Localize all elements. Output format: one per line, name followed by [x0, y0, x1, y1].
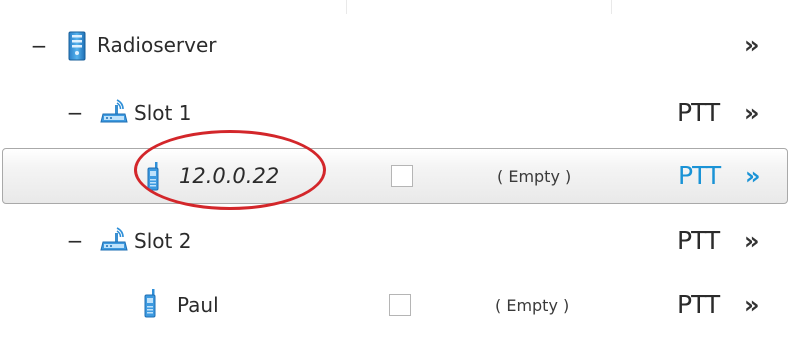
collapse-toggle[interactable]: − [30, 36, 48, 56]
tree-row-radio-12-0-0-22[interactable]: 12.0.0.22 ( Empty ) PTT » [2, 148, 788, 204]
expand-details-button[interactable]: » [744, 99, 760, 127]
monitor-checkbox[interactable] [391, 165, 413, 187]
collapse-toggle[interactable]: − [66, 103, 84, 123]
ptt-button[interactable]: PTT [677, 227, 720, 255]
radio-tree: − Radioserver » − Slot 1 PTT » 12.0.0.22… [0, 0, 790, 337]
column-separator [346, 0, 347, 14]
expand-details-button[interactable]: » [744, 31, 760, 59]
tree-row-label: Paul [177, 293, 219, 317]
ptt-button[interactable]: PTT [677, 291, 720, 319]
repeater-slot-icon [100, 97, 128, 129]
status-text: ( Empty ) [497, 167, 572, 186]
status-text: ( Empty ) [495, 296, 570, 315]
tree-row-slot-1[interactable]: − Slot 1 PTT » [0, 83, 790, 145]
tree-row-radioserver[interactable]: − Radioserver » [0, 16, 790, 78]
repeater-slot-icon [100, 225, 128, 257]
tree-row-slot-2[interactable]: − Slot 2 PTT » [0, 211, 790, 273]
tree-row-paul[interactable]: Paul ( Empty ) PTT » [0, 276, 790, 337]
column-header [0, 0, 790, 14]
radio-handset-icon [146, 162, 160, 196]
expand-details-button[interactable]: » [745, 162, 761, 190]
ptt-button[interactable]: PTT [678, 162, 721, 190]
tree-row-label: 12.0.0.22 [179, 164, 280, 188]
tree-row-label: Slot 1 [134, 101, 192, 125]
ptt-button[interactable]: PTT [677, 99, 720, 127]
radio-handset-icon [143, 289, 157, 323]
expand-details-button[interactable]: » [744, 291, 760, 319]
expand-details-button[interactable]: » [744, 227, 760, 255]
monitor-checkbox[interactable] [389, 294, 411, 316]
column-separator [611, 0, 612, 14]
collapse-toggle[interactable]: − [66, 231, 84, 251]
server-icon [68, 31, 86, 65]
tree-row-label: Radioserver [97, 33, 217, 57]
tree-row-label: Slot 2 [134, 229, 192, 253]
